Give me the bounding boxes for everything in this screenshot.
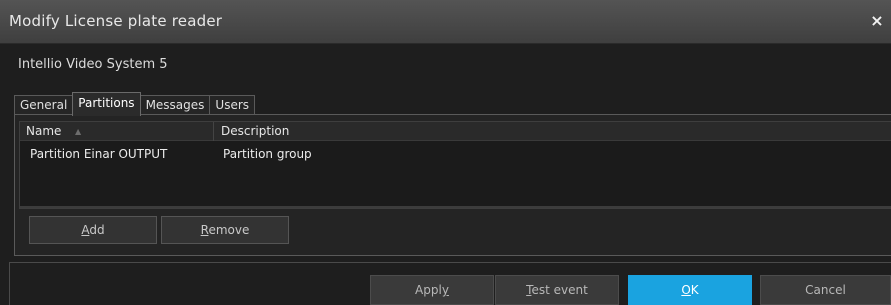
- ok-label-rest: K: [690, 283, 699, 297]
- column-header-name-label: Name: [26, 124, 62, 138]
- footer-divider: [9, 262, 891, 263]
- modify-dialog: Modify License plate reader × Intellio V…: [0, 0, 891, 305]
- list-header: Name ▲ Description: [20, 122, 891, 141]
- window-title: Modify License plate reader: [9, 12, 223, 30]
- table-row[interactable]: Partition Einar OUTPUT Partition group: [20, 144, 891, 164]
- tab-strip: General Partitions Messages Users: [14, 92, 256, 116]
- tab-messages[interactable]: Messages: [139, 95, 211, 115]
- tab-partitions[interactable]: Partitions: [72, 92, 141, 116]
- close-icon[interactable]: ×: [869, 13, 885, 29]
- footer-left-edge: [9, 262, 10, 305]
- apply-accel: y: [441, 283, 449, 297]
- column-header-description[interactable]: Description: [215, 122, 885, 141]
- tab-general[interactable]: General: [14, 95, 74, 115]
- remove-label-rest: emove: [208, 223, 250, 237]
- sort-ascending-icon: ▲: [75, 127, 82, 136]
- list-bottom-border: [20, 206, 891, 208]
- apply-button[interactable]: Apply: [370, 275, 494, 305]
- add-button[interactable]: Add: [29, 216, 157, 244]
- add-label-rest: dd: [89, 223, 105, 237]
- partition-list[interactable]: Name ▲ Description Partition Einar OUTPU…: [19, 121, 891, 209]
- test-event-button[interactable]: Test event: [495, 275, 619, 305]
- partitions-panel: Name ▲ Description Partition Einar OUTPU…: [14, 114, 891, 256]
- ok-button[interactable]: OK: [628, 275, 752, 305]
- apply-label-pre: Appl: [415, 283, 442, 297]
- title-bar[interactable]: Modify License plate reader ×: [0, 0, 891, 44]
- row-description-cell: Partition group: [223, 147, 312, 161]
- column-header-name[interactable]: Name ▲: [20, 122, 214, 141]
- row-name-cell: Partition Einar OUTPUT: [30, 147, 168, 161]
- tab-users[interactable]: Users: [209, 95, 256, 115]
- ok-accel: O: [681, 283, 691, 297]
- remove-button[interactable]: Remove: [161, 216, 289, 244]
- system-name: Intellio Video System 5: [18, 57, 168, 72]
- test-event-label-rest: est event: [531, 283, 588, 297]
- cancel-button[interactable]: Cancel: [760, 275, 891, 305]
